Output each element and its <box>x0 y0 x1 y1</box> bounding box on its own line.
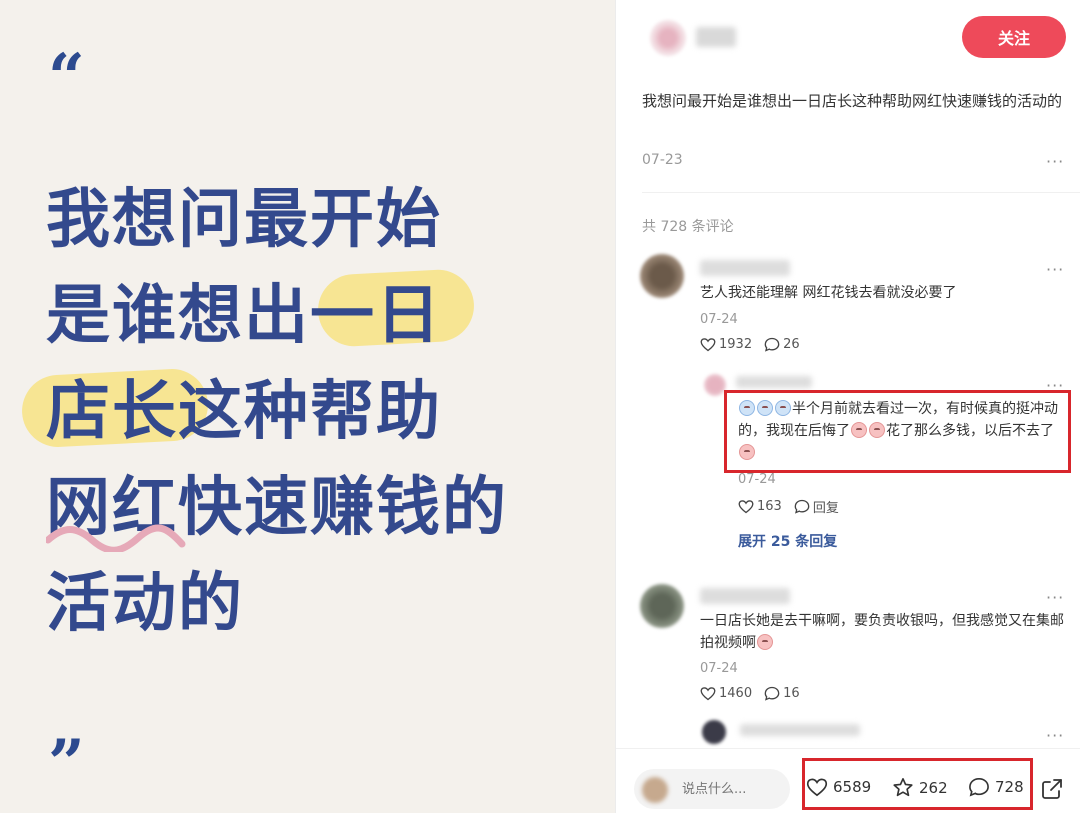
annotation-box <box>724 390 1071 473</box>
squiggle-underline <box>46 524 186 552</box>
reply-like-button[interactable]: 163 <box>738 499 782 514</box>
comment-text-part: 一日店长她是去干嘛啊，要负责收银吗，但我感觉又在集邮拍视频啊 <box>700 613 1064 651</box>
reply-button[interactable]: 回复 <box>794 497 839 516</box>
reply-label: 回复 <box>812 501 839 516</box>
more-options-icon[interactable]: ··· <box>1046 262 1064 278</box>
author-name[interactable]: 用户 <box>696 27 736 47</box>
comment-count: 共 728 条评论 <box>642 219 734 235</box>
replier-name[interactable] <box>740 724 860 736</box>
divider <box>642 192 1080 193</box>
replier-name[interactable] <box>736 376 812 388</box>
card-line: 店长这种帮助 <box>46 375 442 449</box>
comment-date: 07-24 <box>700 661 738 676</box>
annotation-box <box>802 758 1033 810</box>
more-options-icon[interactable]: ··· <box>1046 590 1064 606</box>
card-line: 活动的 <box>46 567 244 641</box>
close-quote-icon: ” <box>48 726 85 801</box>
card-text: 我想问最开始 是谁想出一日 店长这种帮助 网红快速赚钱的 活动的 <box>46 172 586 652</box>
sad-emoji-icon <box>757 634 773 650</box>
expand-replies-link[interactable]: 展开 25 条回复 <box>738 531 837 551</box>
replier-avatar[interactable] <box>704 374 726 396</box>
like-count: 1932 <box>719 337 753 352</box>
heart-icon <box>700 338 716 352</box>
chat-bubble-icon <box>794 499 810 514</box>
comment-actions: 1932 26 <box>700 337 800 352</box>
card-line: 我想问最开始 <box>46 183 442 257</box>
follow-button[interactable]: 关注 <box>962 16 1066 58</box>
commenter-avatar[interactable] <box>640 584 684 628</box>
post-header: 用户 关注 <box>616 0 1080 76</box>
like-count: 1460 <box>719 686 753 701</box>
post-panel: 用户 关注 我想问最开始是谁想出一日店长这种帮助网红快速赚钱的活动的 07-23… <box>615 0 1080 813</box>
post-title: 我想问最开始是谁想出一日店长这种帮助网红快速赚钱的活动的 <box>642 92 1063 110</box>
comment-text: 艺人我还能理解 网红花钱去看就没必要了 <box>700 285 957 301</box>
reply-actions: 163 回复 <box>738 497 839 516</box>
chat-bubble-icon <box>764 337 780 352</box>
comment-date: 07-24 <box>700 312 738 327</box>
heart-icon <box>700 687 716 701</box>
share-icon[interactable] <box>1040 777 1064 801</box>
reply-date: 07-24 <box>738 472 776 487</box>
replier-avatar[interactable] <box>702 720 726 744</box>
more-options-icon[interactable]: ··· <box>1046 728 1064 744</box>
reply-count: 26 <box>783 337 800 352</box>
comment-actions: 1460 16 <box>700 686 800 701</box>
commenter-avatar[interactable] <box>640 254 684 298</box>
post-date: 07-23 <box>642 152 683 168</box>
like-count: 163 <box>757 499 782 514</box>
comment-like-button[interactable]: 1932 <box>700 337 752 352</box>
open-quote-icon: “ <box>48 40 85 115</box>
comment-reply-button[interactable]: 26 <box>764 337 800 352</box>
comment-like-button[interactable]: 1460 <box>700 686 752 701</box>
author-avatar[interactable] <box>650 20 686 56</box>
comment-text: 一日店长她是去干嘛啊，要负责收银吗，但我感觉又在集邮拍视频啊 <box>700 610 1070 654</box>
card-line: 是谁想出一日 <box>46 279 442 353</box>
chat-bubble-icon <box>764 686 780 701</box>
more-options-icon[interactable]: ··· <box>1046 154 1064 170</box>
quote-card: “ 我想问最开始 是谁想出一日 店长这种帮助 网红快速赚钱的 活动的 ” <box>0 0 615 813</box>
commenter-name[interactable] <box>700 260 790 276</box>
user-avatar <box>642 777 668 803</box>
reply-count: 16 <box>783 686 800 701</box>
comment-reply-button[interactable]: 16 <box>764 686 800 701</box>
heart-icon <box>738 500 754 514</box>
commenter-name[interactable] <box>700 588 790 604</box>
